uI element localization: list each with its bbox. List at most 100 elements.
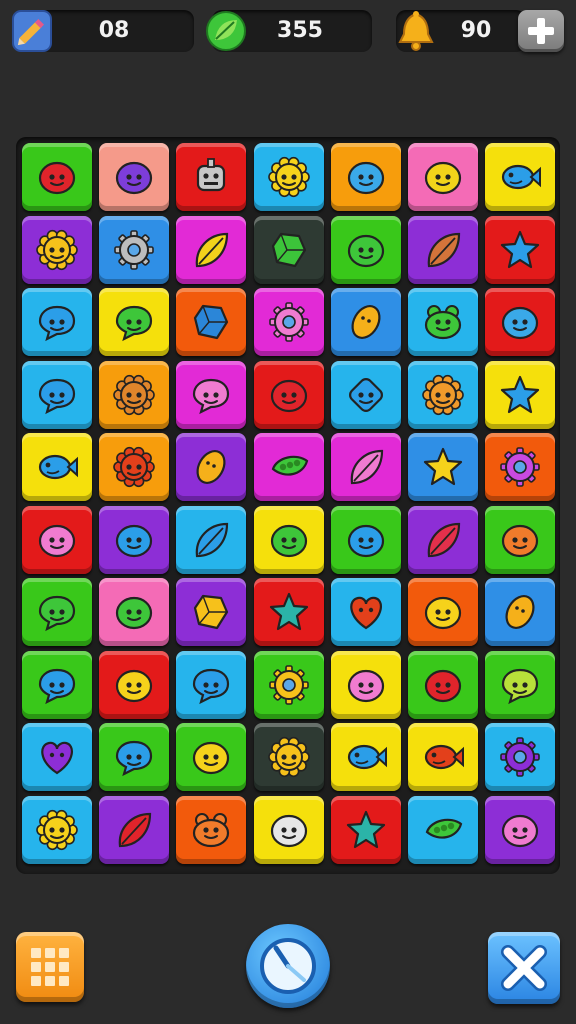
board-tile[interactable] xyxy=(330,215,401,284)
board-tile[interactable] xyxy=(99,143,170,211)
board-tile[interactable] xyxy=(22,433,92,501)
close-button[interactable] xyxy=(488,932,560,1004)
add-currency-button[interactable] xyxy=(518,10,564,52)
board-tile[interactable] xyxy=(22,360,92,429)
board-tile[interactable] xyxy=(485,143,556,211)
board-tile[interactable] xyxy=(408,215,478,284)
bell-count: 90 xyxy=(460,18,492,43)
level-grid-button[interactable] xyxy=(16,932,84,1002)
egg-icon xyxy=(351,305,381,339)
sun-icon xyxy=(113,446,155,488)
board-tile[interactable] xyxy=(408,143,478,211)
board-tile[interactable] xyxy=(99,433,170,501)
board-tile[interactable] xyxy=(253,288,324,356)
board-tile[interactable] xyxy=(99,795,170,864)
gem-icon xyxy=(194,594,229,630)
gear-icon xyxy=(114,229,154,270)
board-tile[interactable] xyxy=(330,578,401,646)
board-tile[interactable] xyxy=(176,795,247,864)
board-tile[interactable] xyxy=(408,795,478,864)
board-tile[interactable] xyxy=(176,650,247,719)
board-tile[interactable] xyxy=(176,143,247,211)
board-tile[interactable] xyxy=(330,288,401,356)
board-tile[interactable] xyxy=(253,650,324,719)
board-tile[interactable] xyxy=(485,578,556,646)
board-tile[interactable] xyxy=(22,215,92,284)
star-icon xyxy=(501,230,540,268)
board-tile[interactable] xyxy=(253,360,324,429)
board-tile[interactable] xyxy=(176,360,247,429)
board-tile[interactable] xyxy=(408,288,478,356)
board-tile[interactable] xyxy=(253,143,324,211)
board-tile[interactable] xyxy=(485,288,556,356)
fish-icon xyxy=(38,454,78,480)
board-tile[interactable] xyxy=(330,433,401,501)
board-tile[interactable] xyxy=(485,650,556,719)
board-tile[interactable] xyxy=(99,578,170,646)
leaf-seed-icon xyxy=(119,812,152,847)
board-tile[interactable] xyxy=(485,215,556,284)
board-tile[interactable] xyxy=(408,723,478,791)
sun-icon xyxy=(267,736,310,778)
board-tile[interactable] xyxy=(176,723,247,791)
bubble-icon xyxy=(38,595,76,632)
board-tile[interactable] xyxy=(99,723,170,791)
board-tile[interactable] xyxy=(330,650,401,719)
board-tile[interactable] xyxy=(176,215,247,284)
board-tile[interactable] xyxy=(176,433,247,501)
board-tile[interactable] xyxy=(253,723,324,791)
board-tile[interactable] xyxy=(99,650,170,719)
board-tile[interactable] xyxy=(485,505,556,574)
board-tile[interactable] xyxy=(408,650,478,719)
sun-icon xyxy=(267,156,310,198)
board-tile[interactable] xyxy=(99,215,170,284)
diamond-icon xyxy=(348,377,383,412)
board-tile[interactable] xyxy=(330,795,401,864)
board-tile[interactable] xyxy=(408,578,478,646)
board-tile[interactable] xyxy=(330,143,401,211)
board-tile[interactable] xyxy=(485,433,556,501)
board-tile[interactable] xyxy=(485,723,556,791)
board-tile[interactable] xyxy=(22,288,92,356)
board-tile[interactable] xyxy=(253,578,324,646)
board-tile[interactable] xyxy=(22,650,92,719)
bubble-icon xyxy=(502,668,539,704)
leaf-count: 355 xyxy=(277,18,323,43)
board-tile[interactable] xyxy=(253,505,324,574)
board-tile[interactable] xyxy=(176,288,247,356)
board-tile[interactable] xyxy=(330,505,401,574)
board-tile[interactable] xyxy=(176,578,247,646)
blob-face-icon xyxy=(347,161,384,195)
star-icon xyxy=(346,810,385,848)
board-tile[interactable] xyxy=(176,505,247,574)
board-tile[interactable] xyxy=(22,578,92,646)
fish-icon xyxy=(502,164,542,190)
board-tile[interactable] xyxy=(99,360,170,429)
board-tile[interactable] xyxy=(22,795,92,864)
board-tile[interactable] xyxy=(99,288,170,356)
board-tile[interactable] xyxy=(485,795,556,864)
board-tile[interactable] xyxy=(22,723,92,791)
board-tile[interactable] xyxy=(99,505,170,574)
blob-face-icon xyxy=(424,669,462,702)
blob-face-icon xyxy=(502,814,539,847)
board-tile[interactable] xyxy=(408,360,478,429)
pod-icon xyxy=(425,818,463,839)
board-tile[interactable] xyxy=(408,505,478,574)
board-tile[interactable] xyxy=(253,433,324,501)
plus-icon xyxy=(528,18,554,44)
heart-icon xyxy=(41,741,73,775)
board-tile[interactable] xyxy=(22,505,92,574)
board-tile[interactable] xyxy=(253,215,324,284)
board-tile[interactable] xyxy=(22,143,92,211)
blob-face-icon xyxy=(270,524,307,557)
gem-icon xyxy=(194,304,229,340)
board-tile[interactable] xyxy=(485,360,556,429)
board-tile[interactable] xyxy=(408,433,478,501)
rotate-button[interactable] xyxy=(246,924,330,1008)
board-tile[interactable] xyxy=(253,795,324,864)
blob-face-icon xyxy=(193,741,230,775)
frog-icon xyxy=(193,812,230,847)
board-tile[interactable] xyxy=(330,360,401,429)
board-tile[interactable] xyxy=(330,723,401,791)
